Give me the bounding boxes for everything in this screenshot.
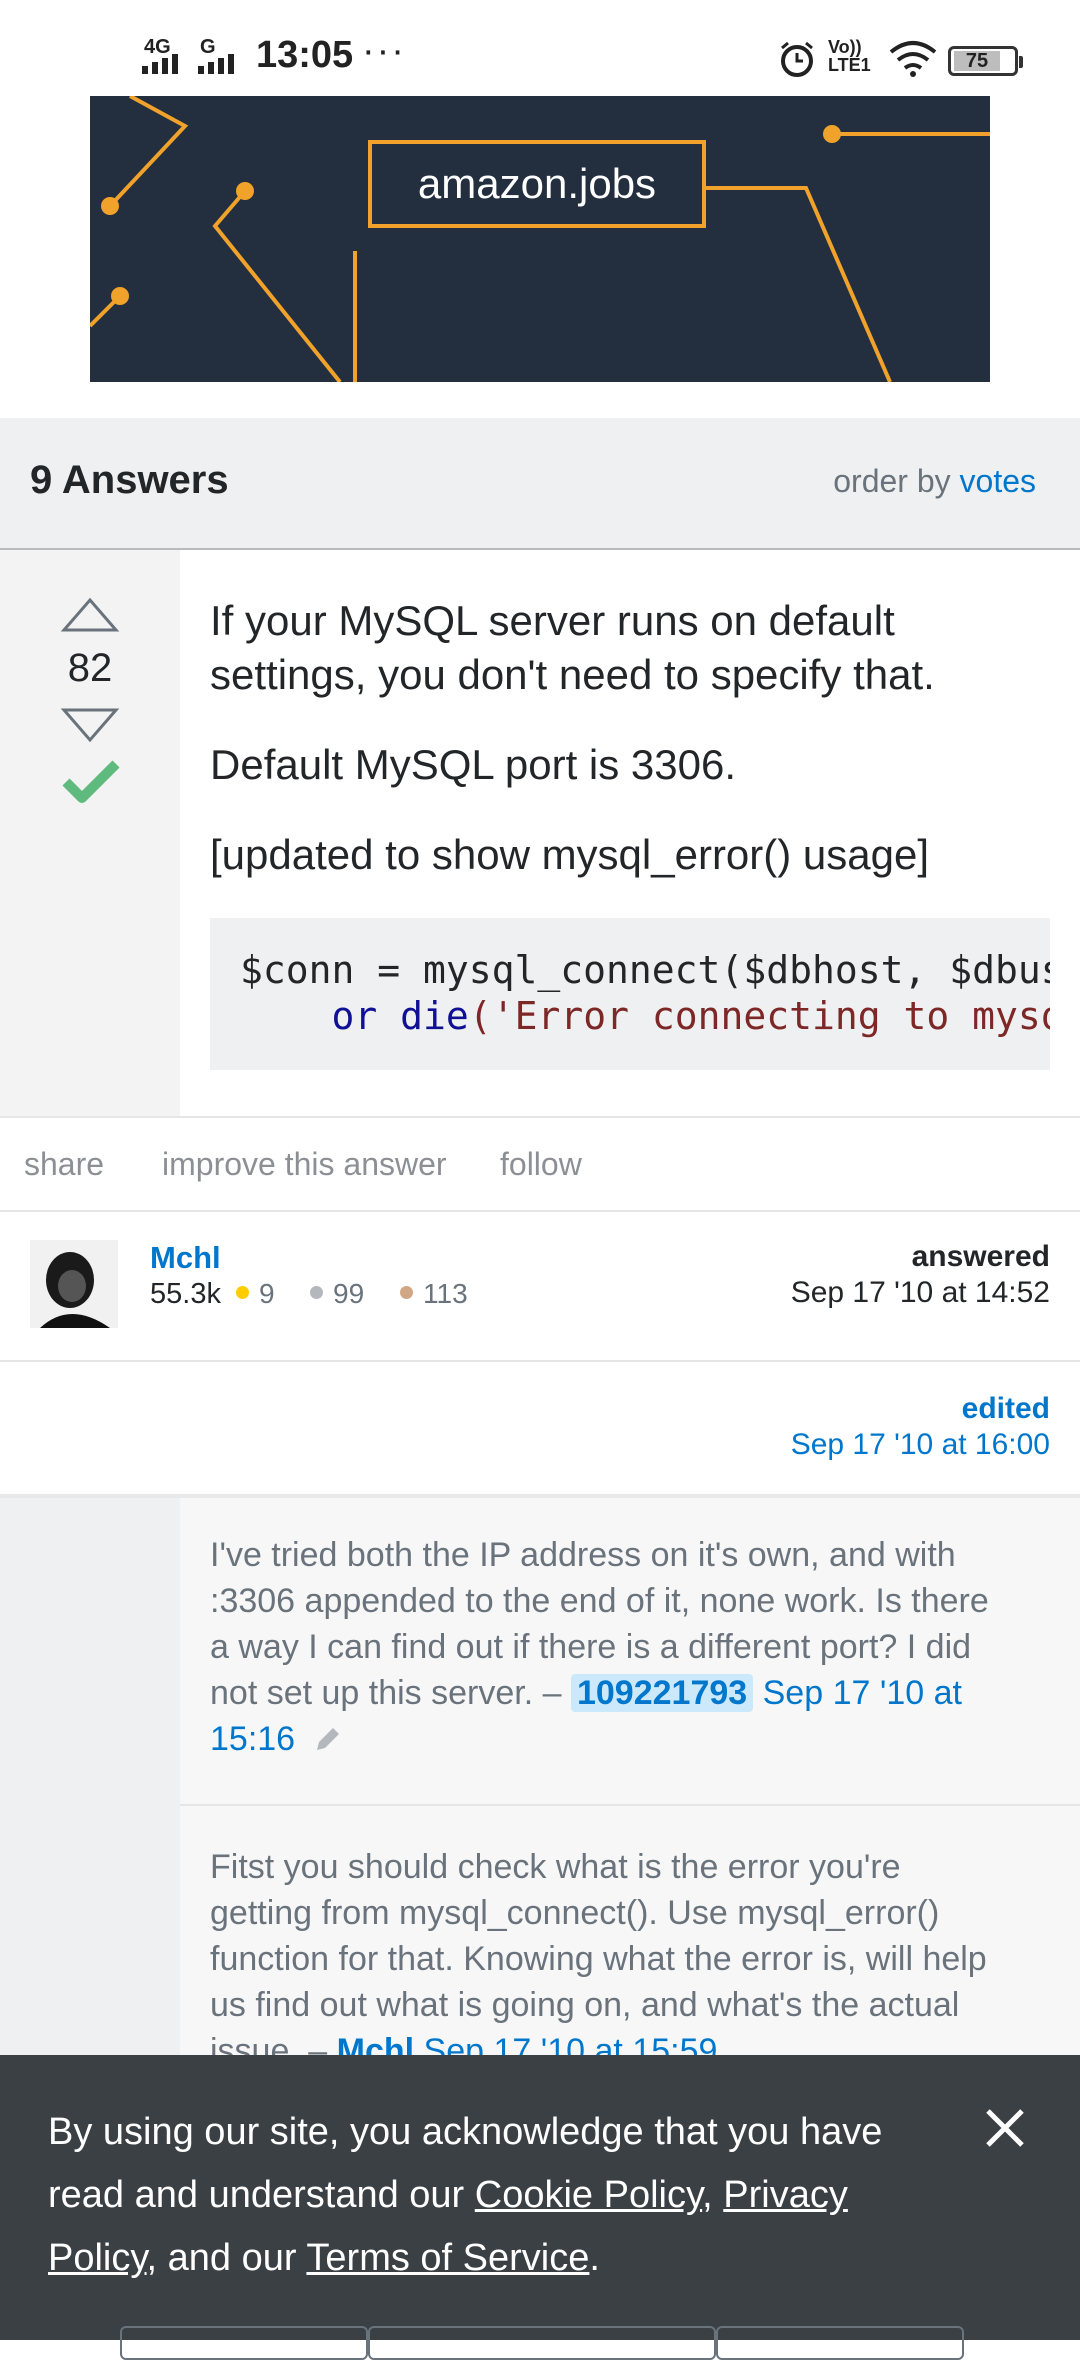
- silver-badge-icon: [310, 1286, 323, 1299]
- user-name-link[interactable]: Mchl: [150, 1240, 221, 1276]
- more-notifications-icon: ···: [362, 30, 406, 72]
- answer-paragraph-1: If your MySQL server runs on default set…: [210, 597, 935, 698]
- code-line-1: $conn = mysql_connect($dbhost, $dbus: [240, 948, 1050, 992]
- cookie-banner-text: By using our site, you acknowledge that …: [48, 2101, 948, 2290]
- comment-2: Fitst you should check what is the error…: [210, 1844, 1010, 2074]
- cookie-text-sep: ,: [702, 2174, 713, 2216]
- volte-indicator: Vo)) LTE1: [828, 37, 871, 75]
- edit-pencil-icon: [316, 1728, 339, 1750]
- share-link[interactable]: share: [24, 1146, 104, 1183]
- gold-badge-icon: [236, 1286, 249, 1299]
- vote-count: 82: [67, 646, 113, 690]
- user-reputation: 55.3k: [150, 1278, 221, 1310]
- status-bar: 4G G 13:05 ··· Vo)) LTE1 75: [0, 0, 1080, 96]
- bronze-badge-icon: [400, 1286, 413, 1299]
- edited-date[interactable]: Sep 17 '10 at 16:00: [791, 1428, 1050, 1462]
- gold-badge-count: 9: [236, 1278, 275, 1310]
- silver-badge-value: 99: [333, 1278, 365, 1309]
- footer-button-3[interactable]: [716, 2326, 964, 2360]
- user-card: Mchl 55.3k 9 99 113 answered Sep 17 '10 …: [0, 1210, 1080, 1362]
- cookie-text-end: .: [589, 2237, 600, 2279]
- order-by-label: order by: [833, 463, 951, 499]
- bronze-badge-count: 113: [400, 1278, 468, 1310]
- alarm-icon: [781, 41, 813, 77]
- vote-column: [0, 550, 180, 1116]
- follow-link[interactable]: follow: [500, 1146, 582, 1183]
- code-string: ('Error connecting to mysq: [468, 994, 1050, 1038]
- answer-paragraph-2: Default MySQL port is 3306.: [210, 741, 737, 788]
- answer-paragraph-3: [updated to show mysql_error() usage]: [210, 831, 930, 878]
- cookie-banner: By using our site, you acknowledge that …: [0, 2055, 1080, 2340]
- answer-actions-bar: share improve this answer follow: [0, 1116, 1080, 1212]
- answered-label: answered: [911, 1240, 1050, 1273]
- accepted-checkmark-icon: [62, 760, 120, 803]
- downvote-arrow-icon[interactable]: [60, 706, 120, 744]
- circuit-lines-graphic: [90, 96, 990, 382]
- code-keyword-die: die: [400, 994, 469, 1038]
- amazon-jobs-logo: amazon.jobs: [368, 140, 706, 228]
- cookie-policy-link[interactable]: Cookie Policy: [475, 2174, 702, 2216]
- answered-date: Sep 17 '10 at 14:52: [790, 1276, 1050, 1309]
- ad-logo-text: amazon.jobs: [417, 160, 657, 207]
- order-by-votes-link[interactable]: votes: [960, 463, 1036, 499]
- avatar[interactable]: [30, 1240, 118, 1328]
- order-by-control[interactable]: order by votes: [833, 463, 1036, 500]
- cookie-text-middle: , and our: [146, 2237, 297, 2279]
- bronze-badge-value: 113: [423, 1278, 468, 1309]
- footer-button-1[interactable]: [120, 2326, 368, 2360]
- battery-level: 75: [954, 51, 1000, 71]
- code-block[interactable]: $conn = mysql_connect($dbhost, $dbus or …: [210, 918, 1050, 1070]
- user-avatar-image: [30, 1240, 118, 1328]
- code-line-2: or die('Error connecting to mysq: [240, 994, 1050, 1038]
- improve-answer-link[interactable]: improve this answer: [162, 1146, 447, 1183]
- comment-divider: [180, 1804, 1080, 1806]
- close-icon[interactable]: [980, 2103, 1030, 2153]
- answers-header: 9 Answers order by votes: [0, 418, 1080, 550]
- comment-1: I've tried both the IP address on it's o…: [210, 1532, 1010, 1762]
- comment-user-link[interactable]: 109221793: [570, 1674, 754, 1712]
- terms-of-service-link[interactable]: Terms of Service: [306, 2237, 589, 2279]
- signal-strength-icon: [142, 54, 178, 74]
- silver-badge-count: 99: [310, 1278, 364, 1310]
- comments-section: I've tried both the IP address on it's o…: [0, 1494, 1080, 2070]
- ad-banner[interactable]: amazon.jobs: [90, 96, 990, 382]
- upvote-arrow-icon[interactable]: [60, 596, 120, 634]
- battery-icon: 75: [948, 46, 1023, 76]
- edited-link[interactable]: edited: [962, 1392, 1050, 1426]
- edited-info: edited Sep 17 '10 at 16:00: [0, 1362, 1080, 1492]
- gold-badge-value: 9: [259, 1278, 275, 1309]
- signal-strength-2-icon: [198, 54, 234, 74]
- answers-count: 9 Answers: [30, 458, 229, 502]
- wifi-icon: [889, 41, 937, 77]
- comments-gutter: [0, 1498, 180, 2058]
- clock-time: 13:05: [256, 34, 354, 76]
- footer-button-2[interactable]: [368, 2326, 716, 2360]
- code-keyword-or: or: [331, 994, 378, 1038]
